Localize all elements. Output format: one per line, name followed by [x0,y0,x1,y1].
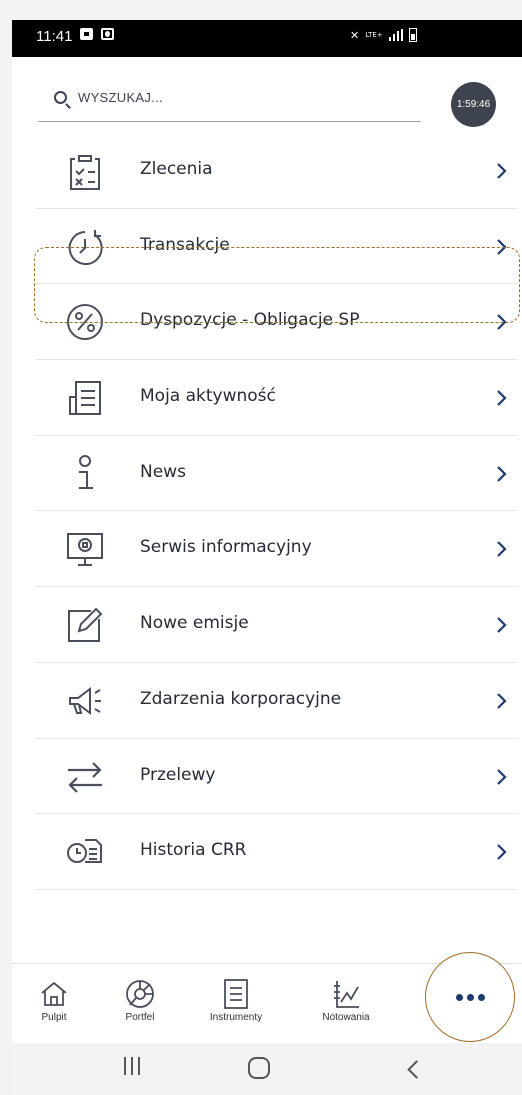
mute-icon: ✕ [350,28,360,42]
menu-item-label: Dyspozycje - Obligacje SP [140,310,360,331]
edit-icon [65,605,105,645]
nav-item-portfel[interactable]: Portfel [98,978,182,1023]
chevron-right-icon [493,386,509,410]
megaphone-icon [65,681,105,721]
info-icon [65,454,105,494]
menu-item-label: News [140,461,186,482]
document-list-icon [65,378,105,418]
menu-item-nowe-emisje[interactable]: Nowe emisje [36,587,517,663]
chevron-right-icon [493,159,509,183]
chevron-right-icon [493,840,509,864]
line-chart-icon [330,978,362,1010]
nav-label: Instrumenty [209,1012,263,1023]
menu-item-label: Moja aktywność [140,386,276,407]
menu-item-transakcje[interactable]: Transakcje [36,209,517,285]
chevron-right-icon [493,689,509,713]
menu-item-przelewy[interactable]: Przelewy [36,739,517,815]
percent-icon [65,302,105,342]
back-button[interactable] [407,1060,426,1079]
checklist-icon [65,151,105,191]
gallery-notification-icon [80,28,93,40]
menu-item-label: Zdarzenia korporacyjne [140,688,342,709]
chevron-right-icon [493,613,509,637]
more-button[interactable] [425,952,515,1042]
status-time: 11:41 [36,28,73,45]
more-dots-icon [455,993,463,1001]
menu-item-label: Transakcje [140,234,230,255]
menu-item-label: Historia CRR [140,840,247,861]
app-screen: WYSZUKAJ... 1:59:46 Zlecenia Transakcje … [12,57,522,1095]
menu-item-zlecenia[interactable]: Zlecenia [36,133,517,209]
search-input[interactable]: WYSZUKAJ... [38,77,421,122]
home-icon [38,978,70,1010]
app-notification-icon [101,28,114,40]
search-icon [54,91,67,104]
menu-item-zdarzenia-korporacyjne[interactable]: Zdarzenia korporacyjne [36,663,517,739]
menu-item-label: Przelewy [140,764,216,785]
chevron-right-icon [493,537,509,561]
nav-label: Notowania [322,1012,370,1023]
nav-label: Pulpit [41,1012,67,1023]
bottom-navigation: Pulpit Portfel Instrumenty Notowania [12,952,522,1043]
pie-chart-icon [124,978,156,1010]
menu-item-news[interactable]: News [36,436,517,512]
system-navigation-bar [12,1043,522,1095]
nav-label: Portfel [125,1012,155,1023]
session-timer-badge[interactable]: 1:59:46 [451,82,496,127]
chevron-right-icon [493,235,509,259]
monitor-search-icon [65,529,105,569]
signal-icon [388,29,403,41]
menu-list: Zlecenia Transakcje Dyspozycje - Obligac… [36,133,517,890]
search-placeholder: WYSZUKAJ... [78,90,163,105]
transfer-arrows-icon [65,757,105,797]
clock-document-icon [65,832,105,872]
nav-item-pulpit[interactable]: Pulpit [12,978,96,1023]
chevron-right-icon [493,462,509,486]
menu-item-moja-aktywnosc[interactable]: Moja aktywność [36,360,517,436]
nav-item-instrumenty[interactable]: Instrumenty [194,978,278,1023]
menu-item-label: Serwis informacyjny [140,537,312,558]
nav-item-notowania[interactable]: Notowania [304,978,388,1023]
battery-icon [408,28,417,42]
status-bar: 11:41 ✕ LTE+ [12,20,522,57]
menu-item-label: Zlecenia [140,159,213,179]
network-type: LTE+ [365,31,383,39]
menu-item-dyspozycje[interactable]: Dyspozycje - Obligacje SP [36,284,517,361]
list-icon [220,978,252,1010]
home-button[interactable] [248,1057,270,1079]
chevron-right-icon [493,765,509,789]
menu-item-label: Nowe emisje [140,613,249,634]
chevron-right-icon [493,310,509,334]
menu-item-serwis-informacyjny[interactable]: Serwis informacyjny [36,511,517,588]
menu-item-historia-crr[interactable]: Historia CRR [36,814,517,890]
history-clock-icon [65,227,105,267]
recents-button[interactable] [124,1057,140,1075]
